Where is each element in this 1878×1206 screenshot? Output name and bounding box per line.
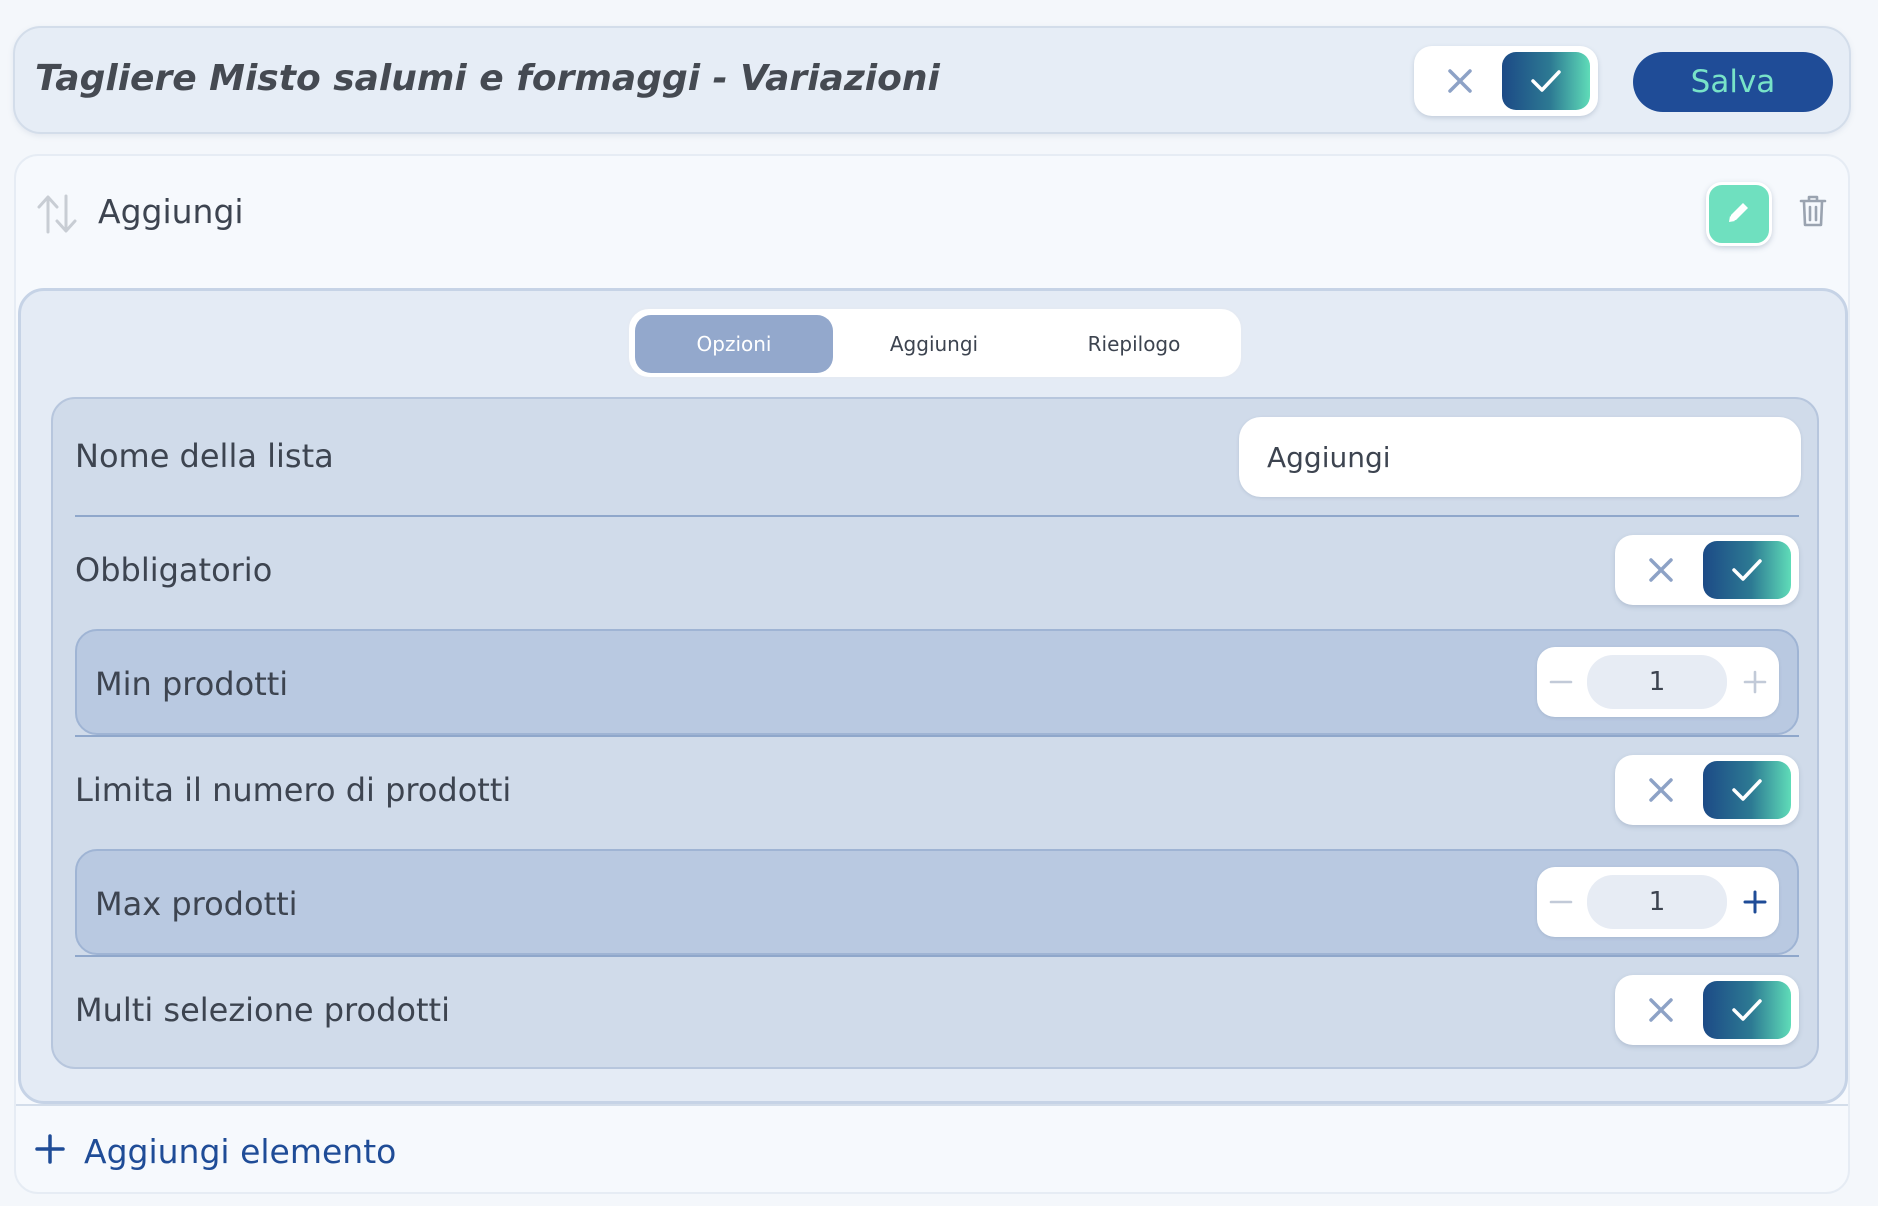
plus-icon[interactable] xyxy=(1731,647,1779,717)
min-products-row: Min prodotti 1 xyxy=(75,629,1799,735)
page-title: Tagliere Misto salumi e formaggi - Varia… xyxy=(35,58,940,99)
limit-products-label: Limita il numero di prodotti xyxy=(75,771,512,809)
list-name-input[interactable] xyxy=(1239,417,1801,497)
close-icon[interactable] xyxy=(1615,755,1707,825)
max-products-stepper: 1 xyxy=(1537,867,1779,937)
max-products-row: Max prodotti 1 xyxy=(75,849,1799,955)
divider xyxy=(75,735,1799,737)
sort-icon[interactable] xyxy=(36,192,78,240)
check-icon[interactable] xyxy=(1502,52,1590,110)
section-title: Aggiungi xyxy=(98,192,244,231)
min-products-stepper: 1 xyxy=(1537,647,1779,717)
options-panel: Opzioni Aggiungi Riepilogo Nome della li… xyxy=(18,288,1848,1104)
check-icon[interactable] xyxy=(1703,541,1791,599)
max-products-label: Max prodotti xyxy=(95,885,298,923)
mandatory-label: Obbligatorio xyxy=(75,551,273,589)
trash-icon[interactable] xyxy=(1798,194,1828,232)
variation-section: Aggiungi Opzioni Aggiungi Riepilogo Nome… xyxy=(14,154,1850,1194)
save-button[interactable]: Salva xyxy=(1633,52,1833,112)
divider xyxy=(75,955,1799,957)
minus-icon[interactable] xyxy=(1537,867,1585,937)
tab-aggiungi[interactable]: Aggiungi xyxy=(835,315,1033,373)
list-name-label: Nome della lista xyxy=(75,437,334,475)
divider xyxy=(75,515,1799,517)
divider xyxy=(16,1104,1848,1106)
close-icon[interactable] xyxy=(1414,46,1506,116)
tab-opzioni[interactable]: Opzioni xyxy=(635,315,833,373)
options-card: Nome della lista Obbligatorio Min prodot… xyxy=(51,397,1819,1069)
mandatory-toggle[interactable] xyxy=(1615,535,1799,605)
edit-button[interactable] xyxy=(1706,182,1772,246)
active-toggle[interactable] xyxy=(1414,46,1598,116)
edit-icon xyxy=(1725,198,1753,230)
minus-icon[interactable] xyxy=(1537,647,1585,717)
check-icon[interactable] xyxy=(1703,981,1791,1039)
add-element-button[interactable]: Aggiungi elemento xyxy=(34,1126,396,1176)
min-products-value[interactable]: 1 xyxy=(1587,655,1727,709)
page-header: Tagliere Misto salumi e formaggi - Varia… xyxy=(13,26,1851,134)
max-products-value[interactable]: 1 xyxy=(1587,875,1727,929)
plus-icon xyxy=(34,1133,66,1169)
tab-riepilogo[interactable]: Riepilogo xyxy=(1035,315,1233,373)
tab-bar: Opzioni Aggiungi Riepilogo xyxy=(627,307,1243,379)
close-icon[interactable] xyxy=(1615,535,1707,605)
multi-select-label: Multi selezione prodotti xyxy=(75,991,450,1029)
check-icon[interactable] xyxy=(1703,761,1791,819)
plus-icon[interactable] xyxy=(1731,867,1779,937)
close-icon[interactable] xyxy=(1615,975,1707,1045)
multi-select-toggle[interactable] xyxy=(1615,975,1799,1045)
limit-products-toggle[interactable] xyxy=(1615,755,1799,825)
add-element-label: Aggiungi elemento xyxy=(84,1131,397,1171)
min-products-label: Min prodotti xyxy=(95,665,289,703)
